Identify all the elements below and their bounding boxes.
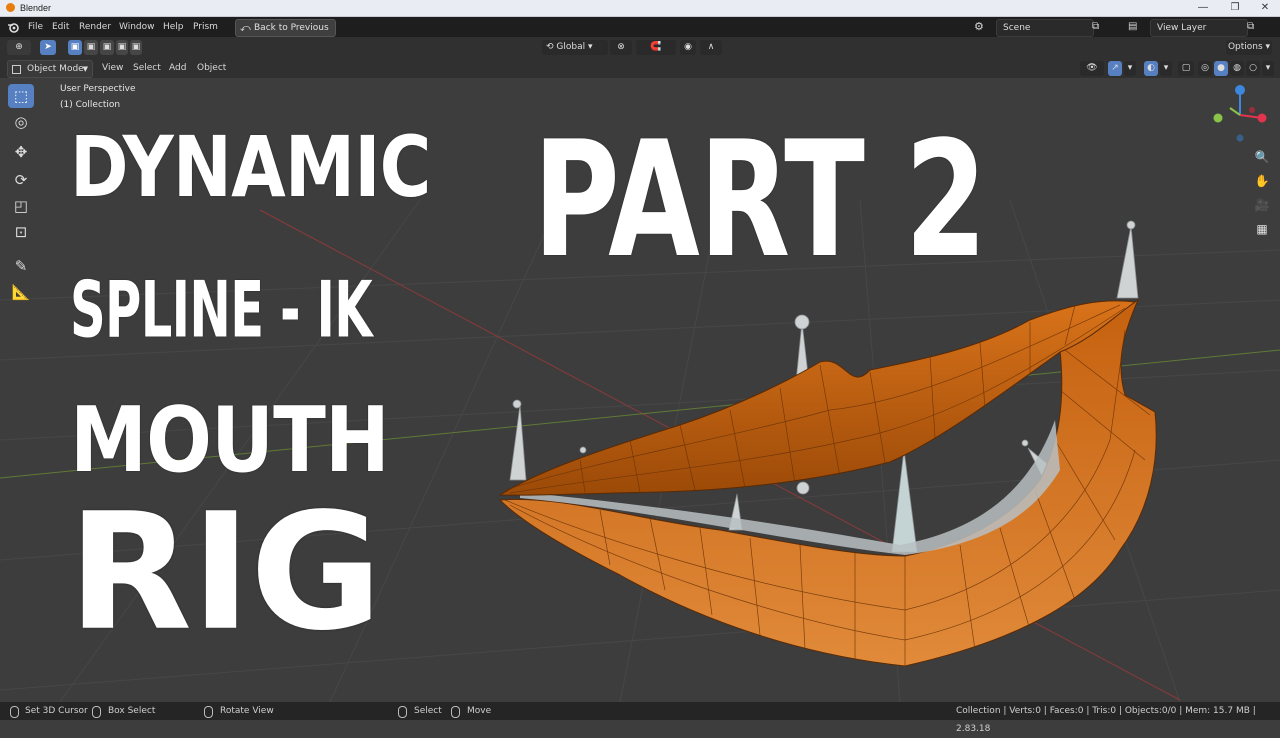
- transform-icon[interactable]: ⊡: [8, 220, 34, 244]
- grid-icon[interactable]: ▦: [1253, 220, 1271, 238]
- select-new-icon[interactable]: ▣: [68, 40, 82, 55]
- snap-icon[interactable]: 🧲: [636, 40, 676, 55]
- shading-dropdown-icon[interactable]: ▾: [1262, 61, 1274, 76]
- back-arrow-icon: ⤺: [240, 23, 251, 34]
- falloff-icon[interactable]: ∧: [700, 40, 722, 55]
- rotate-icon[interactable]: ⟳: [8, 168, 34, 192]
- viewport-perspective-label: User Perspective: [60, 84, 136, 94]
- mouse-left-drag-icon: [92, 706, 101, 718]
- back-to-previous-button[interactable]: ⤺ Back to Previous: [235, 19, 336, 37]
- cursor-icon[interactable]: ◎: [8, 110, 34, 134]
- scene-icon[interactable]: ⚙: [974, 17, 984, 37]
- wireframe-shading-icon[interactable]: ◎: [1198, 61, 1212, 76]
- select-subtract-icon[interactable]: ▣: [100, 40, 114, 55]
- navigation-gizmo[interactable]: [1213, 85, 1267, 142]
- material-shading-icon[interactable]: ◍: [1230, 61, 1244, 76]
- viewport-collection-label: (1) Collection: [60, 100, 121, 110]
- menu-select[interactable]: Select: [133, 58, 161, 78]
- menu-render[interactable]: Render: [79, 17, 111, 37]
- status-stats: Collection | Verts:0 | Faces:0 | Tris:0 …: [956, 706, 1256, 734]
- transform-orientation-dropdown[interactable]: ⟲ Global ▾: [542, 40, 608, 55]
- status-set-cursor: Set 3D Cursor: [25, 706, 88, 716]
- menu-file[interactable]: File: [28, 17, 43, 37]
- menu-view[interactable]: View: [102, 58, 123, 78]
- menu-prism[interactable]: Prism: [193, 17, 218, 37]
- move-icon[interactable]: ✥: [8, 140, 34, 164]
- scale-icon[interactable]: ◰: [8, 194, 34, 218]
- headline-dynamic: DYNAMIC: [70, 118, 431, 216]
- headline-part-2: PART 2: [533, 106, 987, 293]
- minimize-icon[interactable]: —: [1188, 1, 1218, 14]
- status-box-select: Box Select: [108, 706, 156, 716]
- 3d-viewport[interactable]: User Perspective (1) Collection DYNAMIC …: [0, 78, 1280, 702]
- overlay-toggle-icon[interactable]: ◐: [1144, 61, 1158, 76]
- status-bar: Set 3D Cursor Box Select Rotate View Sel…: [0, 702, 1280, 734]
- select-intersect-icon[interactable]: ▣: [130, 40, 142, 55]
- rendered-shading-icon[interactable]: ○: [1246, 61, 1260, 76]
- select-tool-icon[interactable]: ➤: [40, 40, 56, 55]
- gizmo-toggle-icon[interactable]: ↗: [1108, 61, 1122, 76]
- status-move: Move: [467, 706, 492, 716]
- status-select: Select: [414, 706, 442, 716]
- select-box-icon[interactable]: ⬚: [8, 84, 34, 108]
- menu-object[interactable]: Object: [197, 58, 226, 78]
- object-mode-dropdown[interactable]: Object Mode ▼: [7, 60, 93, 78]
- xray-icon[interactable]: ▢: [1178, 61, 1194, 76]
- top-menu-bar: File Edit Render Window Help Prism ⤺ Bac…: [0, 17, 1280, 37]
- close-icon[interactable]: ✕: [1250, 1, 1280, 14]
- menu-help[interactable]: Help: [163, 17, 184, 37]
- visibility-icon[interactable]: 👁: [1080, 61, 1104, 76]
- window-titlebar: Blender — ❐ ✕: [0, 0, 1280, 17]
- mouse-move-icon: [451, 706, 460, 718]
- editor-type-icon[interactable]: ⊕: [7, 40, 31, 55]
- window-title: Blender: [20, 3, 52, 13]
- chevron-down-icon: ▼: [82, 65, 88, 73]
- view-layer-icon[interactable]: ▤: [1128, 17, 1137, 37]
- zoom-icon[interactable]: 🔍: [1253, 148, 1271, 166]
- select-invert-icon[interactable]: ▣: [116, 40, 128, 55]
- proportional-edit-icon[interactable]: ◉: [680, 40, 696, 55]
- viewport-header: Object Mode ▼ View Select Add Object 👁 ↗…: [0, 58, 1280, 78]
- new-scene-icon[interactable]: ⧉: [1092, 17, 1099, 37]
- hand-icon[interactable]: ✋: [1253, 172, 1271, 190]
- maximize-icon[interactable]: ❐: [1220, 1, 1250, 14]
- camera-icon[interactable]: 🎥: [1253, 196, 1271, 214]
- gizmo-dropdown-icon[interactable]: ▾: [1124, 61, 1136, 76]
- solid-shading-icon[interactable]: ●: [1214, 61, 1228, 76]
- new-view-layer-icon[interactable]: ⧉: [1247, 17, 1254, 37]
- mouse-middle-icon: [204, 706, 213, 718]
- menu-edit[interactable]: Edit: [52, 17, 69, 37]
- orientation-icon: ⟲: [546, 42, 557, 52]
- blender-app-icon: [6, 3, 15, 12]
- tool-settings-bar: ⊕ ➤ ▣ ▣ ▣ ▣ ▣ ⟲ Global ▾ ⊗ 🧲 ◉ ∧ Options…: [0, 37, 1280, 59]
- status-rotate-view: Rotate View: [220, 706, 274, 716]
- mouse-left-icon: [10, 706, 19, 718]
- mouse-select-icon: [398, 706, 407, 718]
- measure-icon[interactable]: 📐: [8, 280, 34, 304]
- options-dropdown[interactable]: Options ▾: [1226, 40, 1272, 55]
- view-layer-field[interactable]: View Layer: [1150, 19, 1248, 37]
- headline-spline-ik: SPLINE - IK: [70, 264, 373, 356]
- pivot-point-icon[interactable]: ⊗: [610, 40, 632, 55]
- scene-field[interactable]: Scene: [996, 19, 1094, 37]
- headline-rig: RIG: [68, 478, 382, 667]
- overlay-dropdown-icon[interactable]: ▾: [1160, 61, 1172, 76]
- object-mode-icon: [12, 65, 21, 74]
- select-extend-icon[interactable]: ▣: [84, 40, 98, 55]
- menu-add[interactable]: Add: [169, 58, 186, 78]
- menu-window[interactable]: Window: [119, 17, 155, 37]
- blender-logo-icon[interactable]: [7, 21, 19, 33]
- annotate-icon[interactable]: ✎: [8, 254, 34, 278]
- headline-mouth: MOUTH: [70, 388, 390, 493]
